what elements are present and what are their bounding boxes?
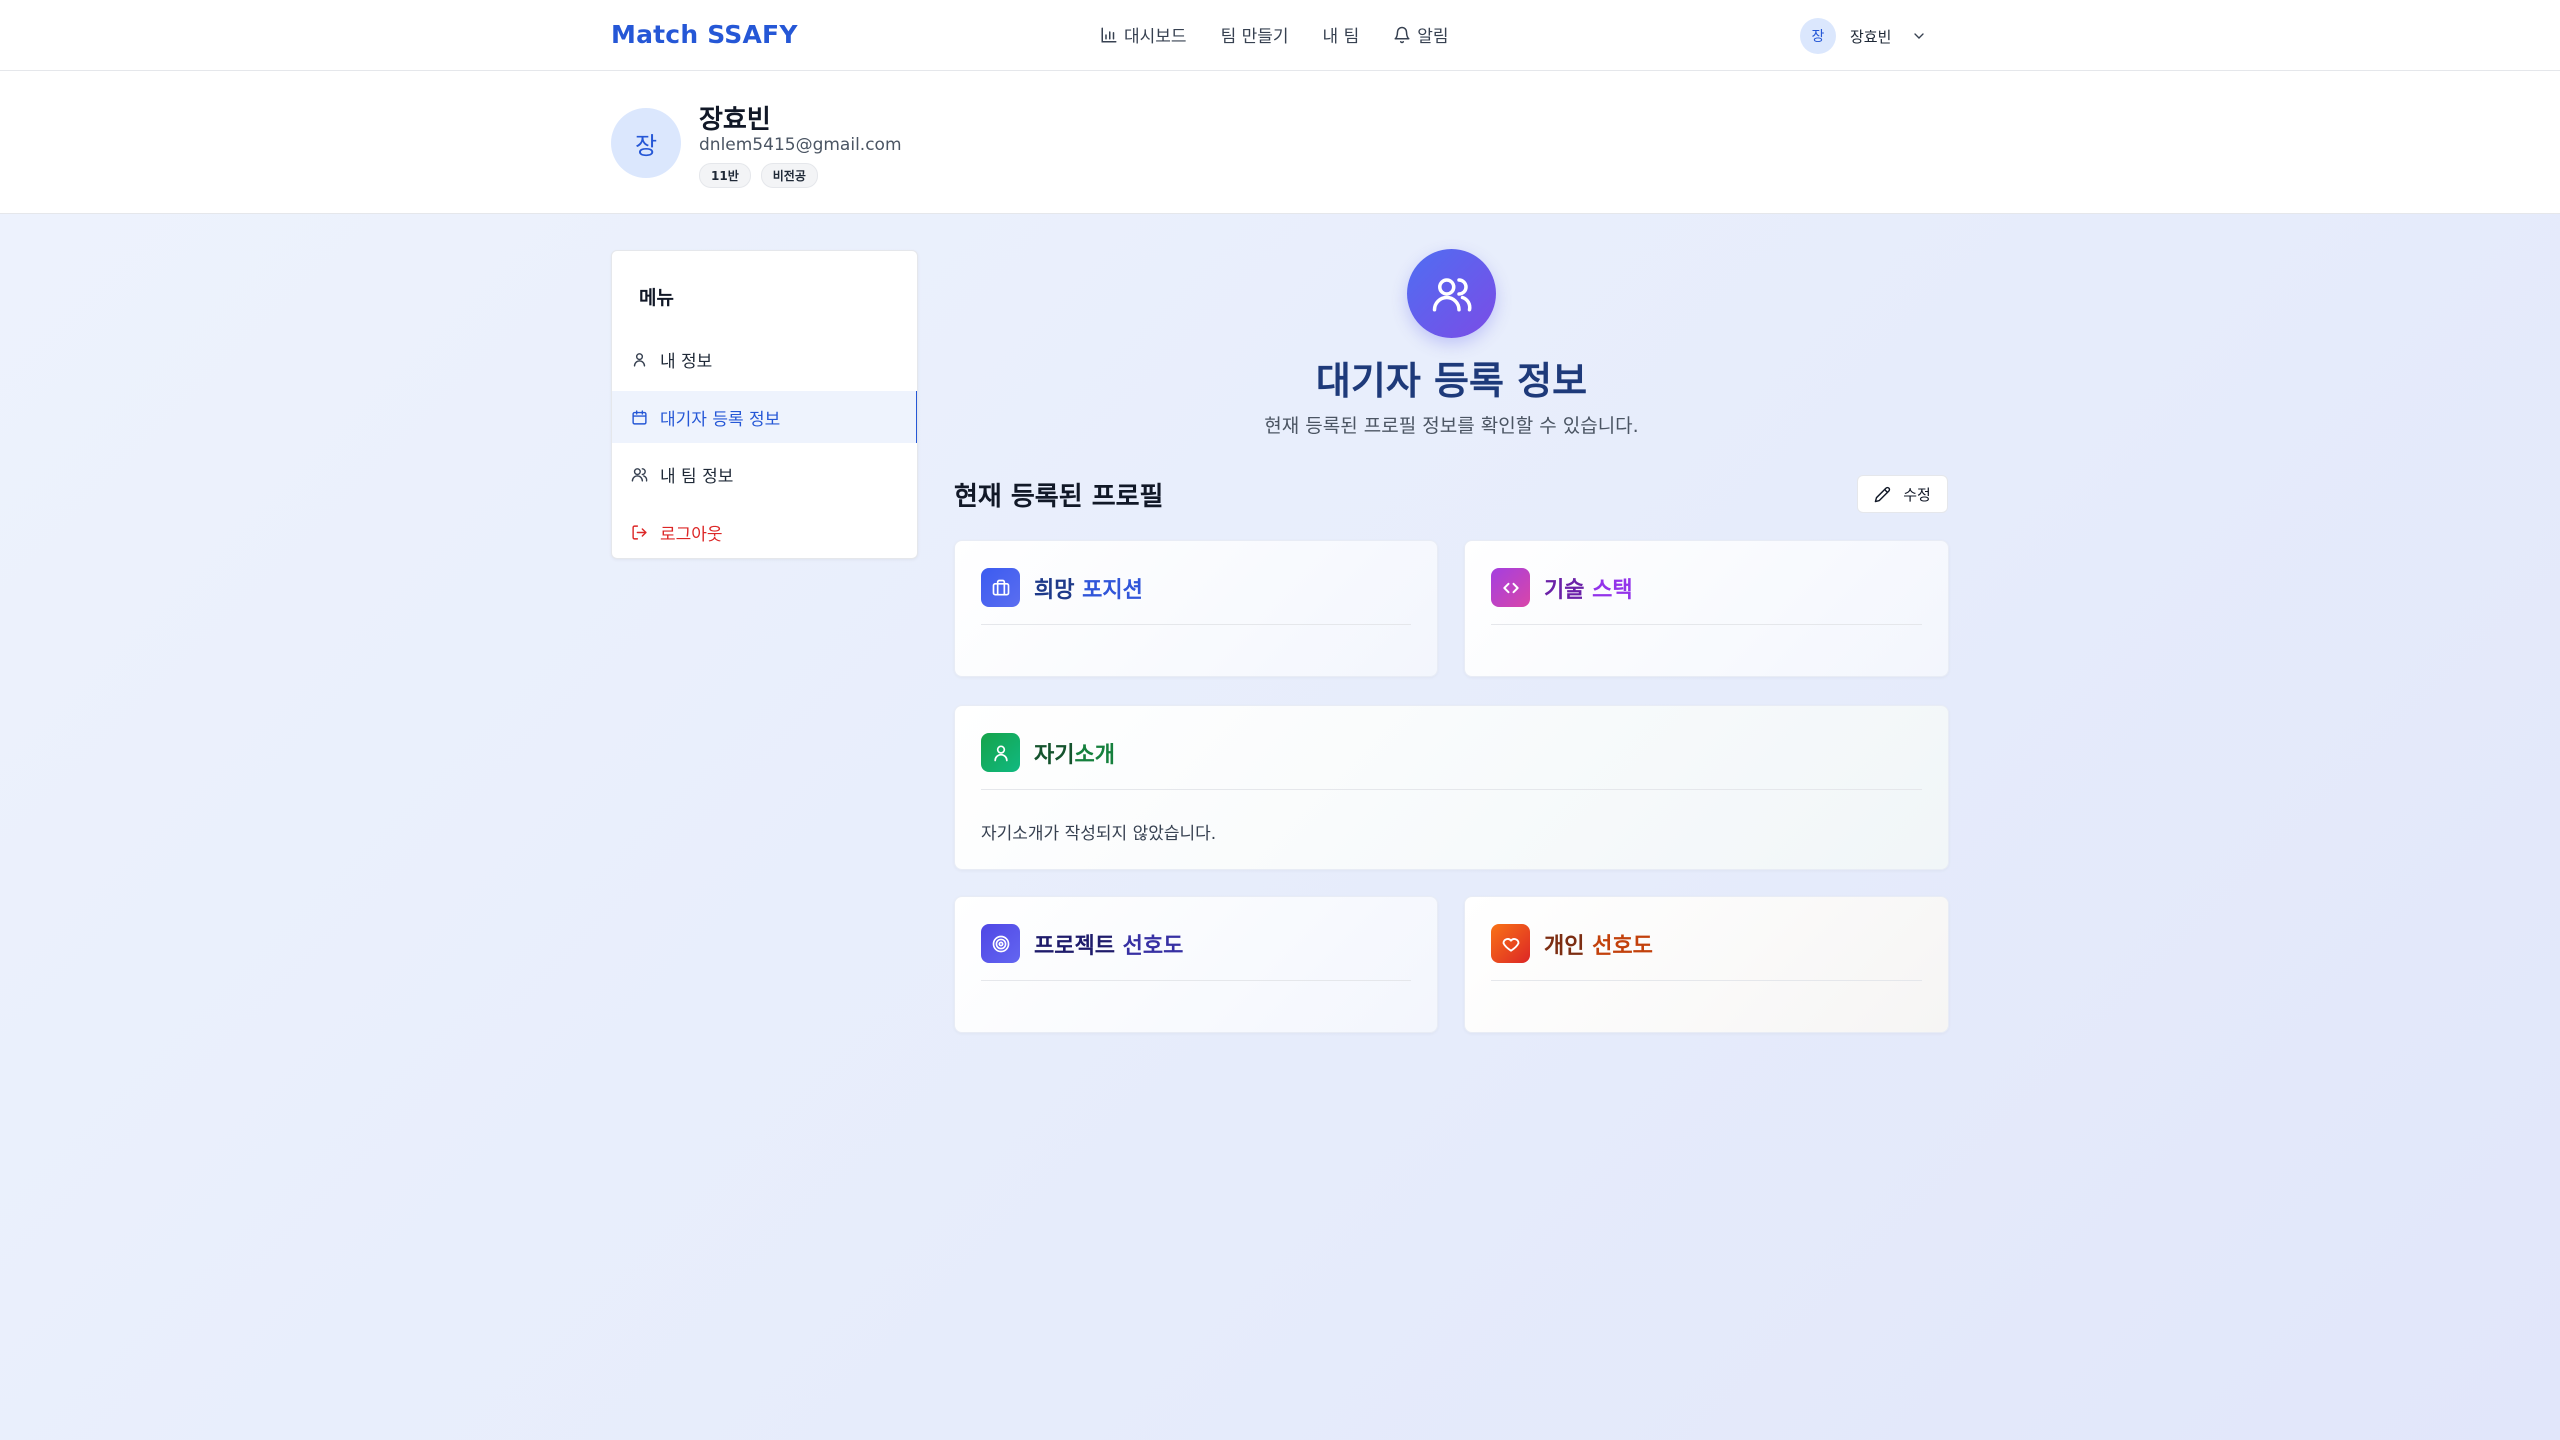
- project-title-b: 선호도: [1122, 933, 1184, 959]
- calendar-icon: [632, 409, 647, 425]
- brand-logo[interactable]: Match SSAFY: [611, 20, 798, 49]
- project-preference-card-title: 프로젝트 선호도: [1034, 928, 1183, 960]
- sidebar-item-label: 로그아웃: [660, 524, 723, 545]
- sidebar-item-logout[interactable]: 로그아웃: [612, 506, 917, 558]
- code-icon: [1491, 568, 1530, 607]
- position-title-b: 포지션: [1082, 577, 1143, 603]
- divider: [1491, 980, 1922, 981]
- nav-notifications[interactable]: 알림: [1393, 22, 1449, 47]
- user-icon: [633, 352, 646, 367]
- sidebar-item-my-team[interactable]: 내 팀 정보: [612, 448, 917, 500]
- sidebar-item-label: 내 정보: [660, 351, 713, 372]
- page-title: 대기자 등록 정보: [1315, 359, 1588, 403]
- page-subtitle: 현재 등록된 프로필 정보를 확인할 수 있습니다.: [1264, 415, 1639, 437]
- tech-stack-card-title: 기술 스택: [1544, 572, 1633, 604]
- self-intro-card-title: 자기소개: [1034, 737, 1115, 769]
- user-menu[interactable]: 장 장효빈: [1800, 18, 1927, 54]
- profile-name: 장효빈: [699, 105, 771, 135]
- stack-title-b: 스택: [1592, 577, 1633, 603]
- divider: [1491, 624, 1922, 625]
- profile-avatar: 장: [611, 108, 681, 178]
- section-title: 현재 등록된 프로필: [954, 482, 1164, 512]
- intro-title-a: 자기: [1034, 742, 1075, 768]
- edit-button[interactable]: 수정: [1857, 475, 1948, 513]
- bell-icon: [1394, 26, 1410, 43]
- logout-icon: [632, 524, 647, 540]
- self-intro-card: 자기소개 자기소개가 작성되지 않았습니다.: [954, 705, 1949, 870]
- personal-preference-card-title: 개인 선호도: [1544, 928, 1653, 960]
- user-name: 장효빈: [1850, 27, 1892, 46]
- personal-preference-card: 개인 선호도: [1464, 896, 1949, 1033]
- main-nav: 대시보드 팀 만들기 내 팀 알림: [1100, 22, 1449, 47]
- position-card-title: 희망 포지션: [1034, 572, 1143, 604]
- nav-create-team-label: 팀 만들기: [1220, 27, 1289, 47]
- briefcase-icon: [981, 568, 1020, 607]
- sidebar-item-label: 내 팀 정보: [660, 466, 734, 487]
- heart-icon: [1491, 924, 1530, 963]
- nav-create-team[interactable]: 팀 만들기: [1221, 22, 1289, 47]
- chevron-down-icon: [1914, 33, 1925, 39]
- user-icon: [981, 733, 1020, 772]
- position-card: 희망 포지션: [954, 540, 1438, 677]
- stack-title-a: 기술: [1544, 577, 1593, 603]
- class-badge: 11반: [699, 163, 751, 188]
- edit-button-label: 수정: [1903, 485, 1931, 504]
- nav-dashboard-label: 대시보드: [1124, 27, 1187, 47]
- project-preference-card: 프로젝트 선호도: [954, 896, 1438, 1033]
- profile-email: dnlem5415@gmail.com: [699, 135, 902, 155]
- users-icon: [631, 467, 648, 482]
- sidebar-item-waitlist-info[interactable]: 대기자 등록 정보: [612, 391, 917, 443]
- personal-title-a: 개인: [1544, 933, 1593, 959]
- intro-title-b: 소개: [1074, 742, 1115, 768]
- sidebar-title: 메뉴: [639, 287, 674, 309]
- profile-badges: 11반 비전공: [699, 163, 818, 188]
- divider: [981, 789, 1922, 790]
- divider: [981, 980, 1411, 981]
- bar-chart-icon: [1101, 27, 1117, 42]
- hero-users-icon: [1407, 249, 1496, 338]
- sidebar-item-label: 대기자 등록 정보: [660, 409, 781, 430]
- pencil-icon: [1874, 486, 1891, 502]
- nav-my-team-label: 내 팀: [1322, 27, 1360, 47]
- sidebar-menu: 메뉴 내 정보 대기자 등록 정보 내 팀 정보 로그아웃: [611, 250, 918, 559]
- nav-dashboard[interactable]: 대시보드: [1100, 22, 1187, 47]
- nav-my-team[interactable]: 내 팀: [1323, 22, 1360, 47]
- tech-stack-card: 기술 스택: [1464, 540, 1949, 677]
- users-icon: [1432, 277, 1471, 311]
- avatar: 장: [1800, 18, 1836, 54]
- sidebar-item-my-info[interactable]: 내 정보: [612, 333, 917, 385]
- personal-title-b: 선호도: [1592, 933, 1653, 959]
- divider: [981, 624, 1411, 625]
- target-icon: [981, 924, 1020, 963]
- nav-notifications-label: 알림: [1417, 27, 1449, 47]
- major-badge: 비전공: [760, 163, 818, 188]
- project-title-a: 프로젝트: [1034, 933, 1123, 959]
- position-title-a: 희망: [1034, 577, 1083, 603]
- top-navbar: Match SSAFY 대시보드 팀 만들기 내 팀 알림 장 장효빈: [0, 0, 2560, 71]
- profile-header: 장 장효빈 dnlem5415@gmail.com 11반 비전공: [0, 71, 2560, 214]
- self-intro-text: 자기소개가 작성되지 않았습니다.: [981, 824, 1217, 844]
